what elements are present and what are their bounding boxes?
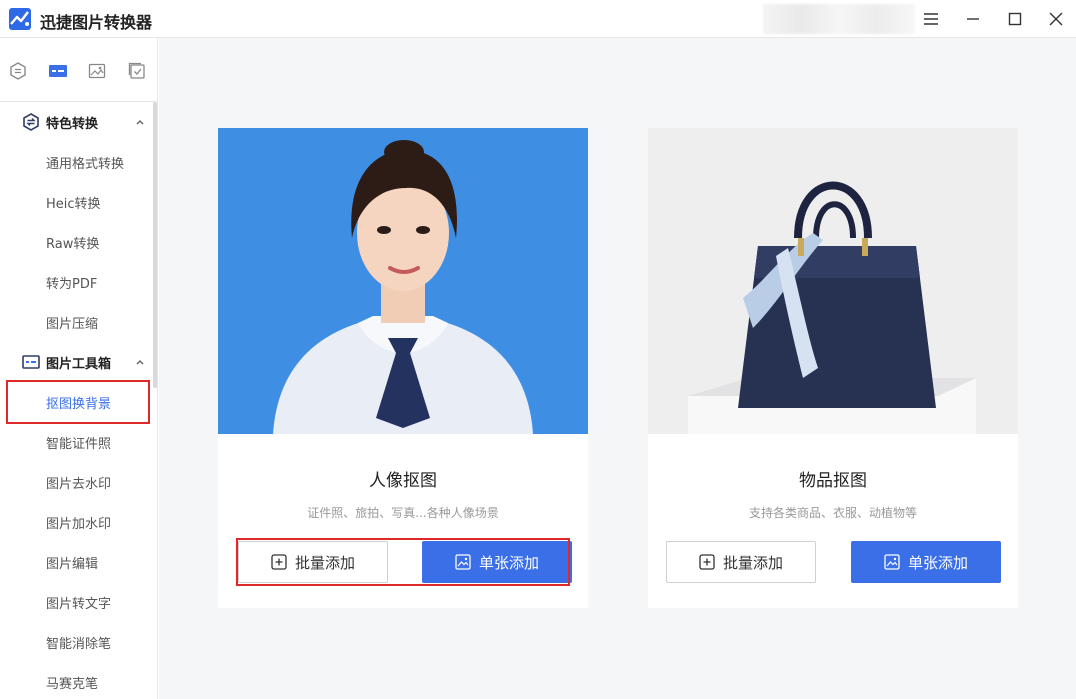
special-convert-icon (23, 113, 39, 131)
sidebar-item-smart-eraser[interactable]: 智能消除笔 (46, 633, 111, 652)
minimize-icon[interactable] (960, 6, 986, 32)
button-label: 单张添加 (478, 553, 539, 572)
sidebar-item-mosaic[interactable]: 马赛克笔 (46, 673, 98, 692)
image-icon (884, 554, 900, 570)
card-title: 物品抠图 (799, 471, 867, 491)
title-bar: 迅捷图片转换器 (0, 0, 1076, 38)
object-preview-image (648, 128, 1018, 434)
menu-icon[interactable] (918, 6, 944, 32)
sidebar-scrollbar[interactable] (153, 102, 157, 388)
image-icon (455, 554, 471, 570)
sidebar-item-cutout-bg[interactable]: 抠图换背景 (46, 393, 111, 412)
object-cutout-card[interactable]: 物品抠图 支持各类商品、衣服、动植物等 批量添加 单张添加 (648, 128, 1018, 608)
portrait-cutout-card[interactable]: 人像抠图 证件照、旅拍、写真...各种人像场景 批量添加 单张添加 (218, 128, 588, 608)
chevron-up-icon[interactable] (134, 116, 146, 128)
image-edit-icon[interactable] (87, 61, 107, 81)
close-icon[interactable] (1043, 6, 1069, 32)
button-label: 批量添加 (722, 553, 783, 572)
sidebar-item-compress[interactable]: 图片压缩 (46, 313, 98, 332)
sidebar-item-id-photo[interactable]: 智能证件照 (46, 433, 111, 452)
maximize-icon[interactable] (1002, 6, 1028, 32)
section-image-toolbox[interactable]: 图片工具箱 (22, 350, 111, 374)
add-file-icon (271, 554, 287, 570)
toolbox-icon[interactable] (48, 61, 68, 81)
convert-icon[interactable] (8, 61, 28, 81)
chevron-up-icon[interactable] (134, 356, 146, 368)
add-file-icon (699, 554, 715, 570)
button-label: 批量添加 (294, 553, 355, 572)
sidebar-item-heic[interactable]: Heic转换 (46, 193, 101, 212)
button-label: 单张添加 (907, 553, 968, 572)
image-toolbox-icon (22, 355, 40, 369)
portrait-preview-image (218, 128, 588, 434)
app-title: 迅捷图片转换器 (40, 13, 153, 32)
sidebar-item-add-watermark[interactable]: 图片加水印 (46, 513, 111, 532)
batch-add-button[interactable]: 批量添加 (238, 541, 388, 583)
section-label: 特色转换 (46, 116, 99, 132)
sidebar-item-image-edit[interactable]: 图片编辑 (46, 553, 98, 572)
single-add-button[interactable]: 单张添加 (851, 541, 1001, 583)
card-subtitle: 支持各类商品、衣服、动植物等 (748, 506, 917, 520)
task-check-icon[interactable] (127, 61, 147, 81)
sidebar-item-raw[interactable]: Raw转换 (46, 233, 99, 252)
sidebar-item-remove-watermark[interactable]: 图片去水印 (46, 473, 111, 492)
card-subtitle: 证件照、旅拍、写真...各种人像场景 (307, 506, 499, 520)
sidebar-item-general-format[interactable]: 通用格式转换 (46, 153, 124, 172)
sidebar-item-image-to-text[interactable]: 图片转文字 (46, 593, 111, 612)
sidebar: 特色转换 通用格式转换 Heic转换 Raw转换 转为PDF 图片压缩 图片工具… (0, 38, 158, 699)
app-logo-icon (8, 7, 32, 31)
user-account-area[interactable] (763, 4, 915, 34)
sidebar-top-icons (0, 38, 158, 102)
batch-add-button[interactable]: 批量添加 (666, 541, 816, 583)
card-title: 人像抠图 (369, 471, 437, 491)
main-content: 人像抠图 证件照、旅拍、写真...各种人像场景 批量添加 单张添加 物品抠图 支… (159, 38, 1076, 699)
sidebar-item-to-pdf[interactable]: 转为PDF (46, 273, 97, 292)
single-add-button[interactable]: 单张添加 (422, 541, 572, 583)
section-special-convert[interactable]: 特色转换 (22, 110, 98, 134)
section-label: 图片工具箱 (46, 356, 112, 372)
